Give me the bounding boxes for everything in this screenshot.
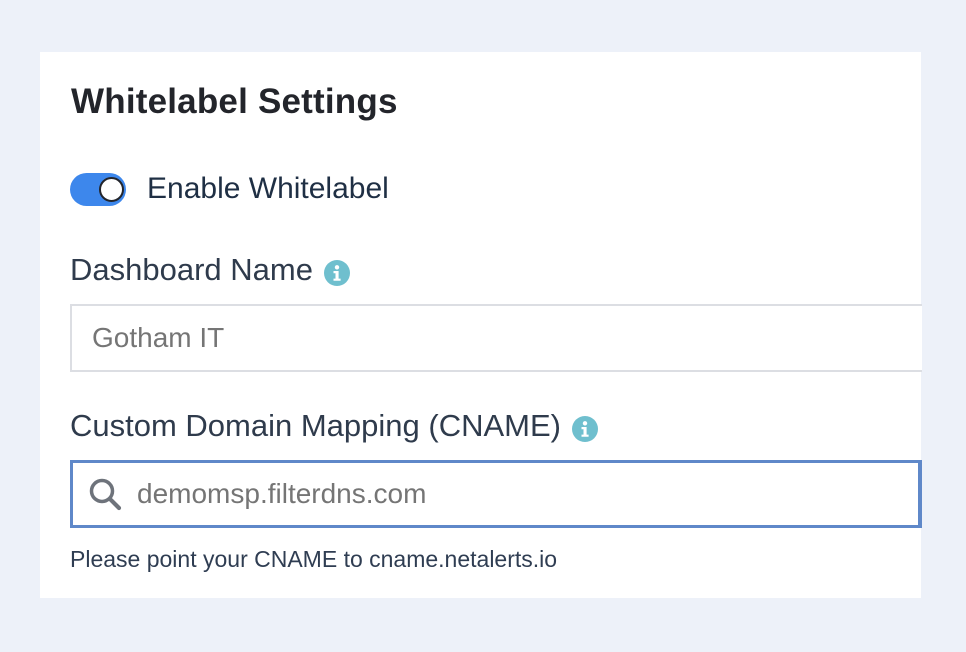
dashboard-name-label-row: Dashboard Name [70, 251, 350, 289]
info-circle-icon[interactable] [323, 257, 350, 286]
custom-domain-input[interactable] [137, 463, 907, 525]
custom-domain-input-wrapper [70, 460, 922, 528]
info-circle-icon[interactable] [571, 413, 598, 442]
dashboard-name-input[interactable] [92, 306, 912, 370]
whitelabel-toggle-row: Enable Whitelabel [70, 171, 389, 207]
enable-whitelabel-label: Enable Whitelabel [147, 172, 389, 205]
custom-domain-label-row: Custom Domain Mapping (CNAME) [70, 407, 598, 445]
card-title: Whitelabel Settings [71, 82, 398, 121]
toggle-knob [99, 176, 124, 202]
search-icon [88, 477, 122, 511]
cname-help-text: Please point your CNAME to cname.netaler… [70, 546, 558, 572]
dashboard-name-label: Dashboard Name [70, 252, 313, 287]
whitelabel-settings-card: Whitelabel Settings Enable Whitelabel Da… [40, 52, 922, 598]
enable-whitelabel-toggle[interactable] [70, 172, 126, 206]
custom-domain-label: Custom Domain Mapping (CNAME) [70, 408, 561, 443]
dashboard-name-input-wrapper [70, 304, 922, 372]
